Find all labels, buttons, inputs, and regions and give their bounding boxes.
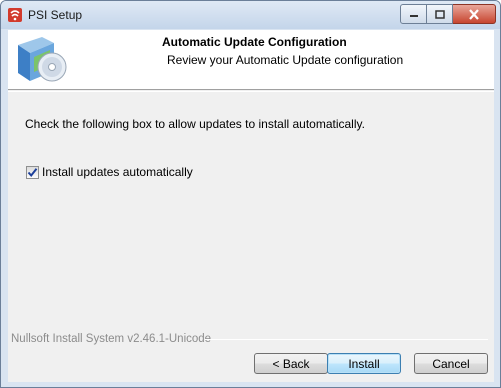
minimize-icon	[409, 15, 418, 17]
checkmark-icon	[27, 167, 38, 177]
auto-update-label[interactable]: Install updates automatically	[42, 165, 193, 179]
window-title: PSI Setup	[28, 8, 83, 22]
client-area: Automatic Update Configuration Review yo…	[8, 30, 494, 382]
branding-text: Nullsoft Install System v2.46.1-Unicode	[11, 333, 212, 345]
auto-update-checkbox[interactable]	[26, 165, 39, 179]
maximize-icon	[434, 9, 445, 19]
page-title: Automatic Update Configuration	[162, 35, 347, 49]
setup-window: PSI Setup Automatic Update Configuration…	[0, 0, 501, 388]
header-divider	[8, 91, 494, 92]
close-icon	[469, 8, 479, 20]
cancel-button[interactable]: Cancel	[414, 353, 488, 374]
page-subtitle: Review your Automatic Update configurati…	[167, 53, 404, 67]
app-icon[interactable]	[7, 7, 23, 23]
minimize-button[interactable]	[400, 4, 427, 24]
back-button[interactable]: < Back	[254, 353, 328, 374]
auto-update-option[interactable]: Install updates automatically	[26, 165, 193, 179]
installer-disc-icon	[12, 31, 68, 87]
title-bar[interactable]: PSI Setup	[1, 1, 500, 29]
close-button[interactable]	[453, 4, 496, 24]
instruction-text: Check the following box to allow updates…	[25, 117, 365, 131]
page-header: Automatic Update Configuration Review yo…	[8, 30, 494, 90]
footer-divider	[205, 339, 488, 340]
maximize-button[interactable]	[427, 4, 453, 24]
install-button[interactable]: Install	[327, 353, 401, 374]
